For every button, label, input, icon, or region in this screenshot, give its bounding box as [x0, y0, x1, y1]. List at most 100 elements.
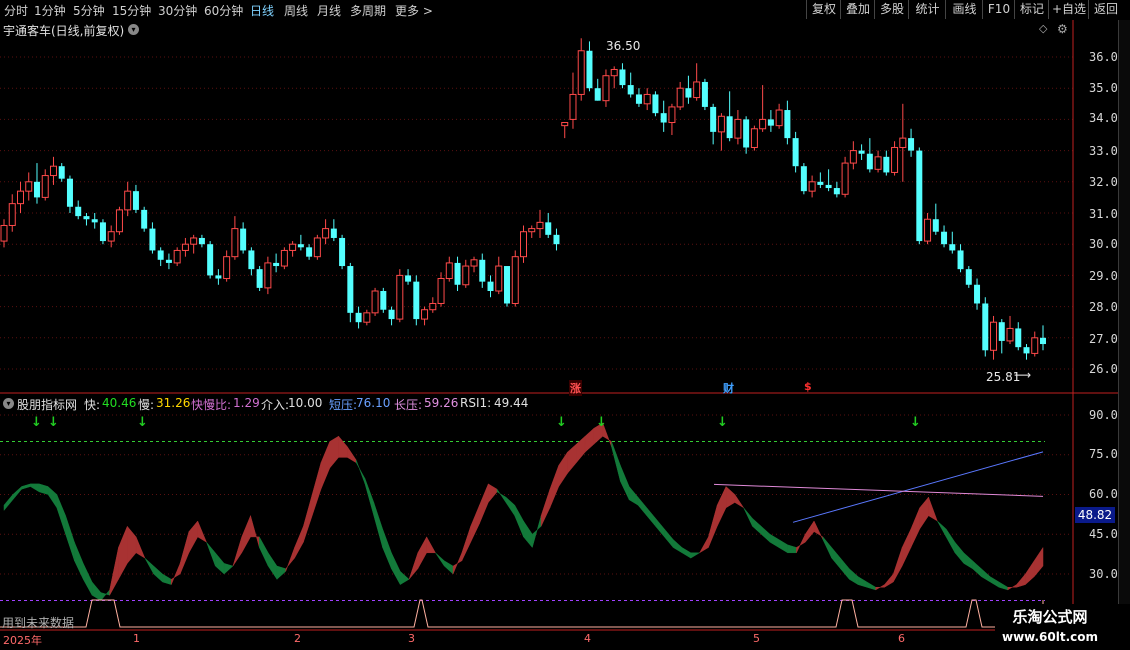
- candle-body: [313, 237, 321, 258]
- x-axis-label: 4: [584, 632, 591, 645]
- watermark-logo: 乐淘公式网 www.60lt.com: [995, 604, 1130, 650]
- buy-arrow-icon: ↓: [31, 415, 42, 430]
- f10-button[interactable]: F10: [982, 0, 1015, 19]
- current-value-badge: 48.82: [1075, 507, 1115, 523]
- x-axis-label: 5: [753, 632, 760, 645]
- event-dollar-icon[interactable]: $: [804, 380, 812, 393]
- candle-body: [445, 262, 453, 280]
- candle-body: [800, 166, 807, 192]
- candle-body: [380, 291, 387, 310]
- candle-body: [280, 249, 288, 267]
- candle-body: [511, 256, 519, 304]
- candle-body: [8, 203, 16, 226]
- x-axis-label: 2025年: [3, 634, 42, 647]
- candle-body: [1023, 347, 1030, 354]
- candle-body: [421, 309, 429, 320]
- stats-button[interactable]: 统计: [908, 0, 946, 19]
- candle-body: [66, 178, 73, 207]
- candle-body: [561, 122, 569, 127]
- tab-fenshi[interactable]: 分时: [4, 2, 28, 19]
- candle-body: [767, 119, 774, 126]
- tab-monthly[interactable]: 月线: [317, 2, 341, 19]
- candle-body: [198, 237, 205, 245]
- mark-button[interactable]: 标记: [1014, 0, 1049, 19]
- candle-body: [949, 244, 956, 251]
- candle-body: [817, 181, 824, 185]
- tab-daily[interactable]: 日线: [250, 2, 274, 19]
- candle-body: [693, 81, 701, 99]
- candle-body: [726, 116, 733, 139]
- candle-body: [173, 249, 181, 264]
- event-cai-icon[interactable]: 财: [723, 380, 734, 396]
- tab-30min[interactable]: 30分钟: [158, 2, 197, 19]
- candle-body: [405, 275, 412, 282]
- watermark-url: www.60lt.com: [1001, 630, 1099, 644]
- x-axis-label: 1: [133, 632, 140, 645]
- candle-body: [248, 250, 255, 270]
- diamond-icon[interactable]: ◇: [1039, 22, 1047, 35]
- candle-body: [734, 118, 742, 139]
- buy-arrow-icon: ↓: [596, 415, 607, 430]
- overlay-button[interactable]: 叠加: [840, 0, 875, 19]
- x-axis-label: 6: [898, 632, 905, 645]
- candle-body: [429, 302, 437, 311]
- chevron-down-icon[interactable]: ▾: [128, 24, 139, 35]
- candle-body: [924, 218, 932, 242]
- candle-body: [462, 265, 470, 286]
- candle-body: [643, 93, 651, 105]
- candle-body: [775, 109, 783, 127]
- candle-body: [83, 216, 90, 220]
- candle-body: [322, 228, 330, 239]
- candle-body: [165, 259, 172, 263]
- candle-body: [141, 209, 148, 229]
- candle-body: [363, 312, 371, 323]
- kline-chart[interactable]: [0, 20, 1130, 650]
- candle-body: [470, 259, 478, 267]
- candle-body: [124, 190, 132, 211]
- indicator-name[interactable]: 股朋指标网: [17, 396, 77, 413]
- candle-body: [479, 259, 486, 282]
- entry-label: 介入:: [261, 398, 290, 412]
- candle-body: [388, 309, 395, 320]
- candle-body: [504, 266, 511, 304]
- tab-multi-period[interactable]: 多周期: [350, 2, 386, 19]
- add-watchlist-button[interactable]: +自选: [1048, 0, 1089, 19]
- candle-body: [941, 231, 948, 245]
- candle-body: [825, 184, 832, 189]
- stock-title[interactable]: 宇通客车(日线,前复权): [3, 22, 124, 39]
- high-label: 36.50: [606, 39, 641, 53]
- candle-body: [957, 250, 964, 270]
- draw-line-button[interactable]: 画线: [945, 0, 983, 19]
- candle-body: [437, 278, 445, 304]
- side-scrollbar[interactable]: [1118, 20, 1130, 630]
- settings-icon[interactable]: ⚙: [1057, 22, 1068, 36]
- candle-body: [149, 228, 156, 251]
- candle-body: [808, 181, 816, 192]
- multi-stock-button[interactable]: 多股: [874, 0, 909, 19]
- candle-body: [413, 281, 420, 320]
- candle-body: [75, 206, 82, 217]
- candle-body: [215, 275, 222, 279]
- candle-body: [41, 175, 49, 198]
- tab-15min[interactable]: 15分钟: [112, 2, 151, 19]
- tab-1min[interactable]: 1分钟: [34, 2, 66, 19]
- buy-arrow-icon: ↓: [556, 415, 567, 430]
- candle-body: [717, 115, 725, 133]
- x-axis-label: 3: [408, 632, 415, 645]
- candle-body: [916, 150, 923, 242]
- back-button[interactable]: 返回: [1088, 0, 1123, 19]
- event-zhang-icon[interactable]: 涨: [569, 380, 582, 396]
- candle-body: [289, 243, 297, 251]
- candle-body: [833, 188, 840, 195]
- tab-weekly[interactable]: 周线: [284, 2, 308, 19]
- fuquan-button[interactable]: 复权: [806, 0, 841, 19]
- candle-body: [1015, 328, 1022, 348]
- candle-body: [750, 128, 758, 148]
- candle-body: [553, 234, 560, 245]
- tab-more[interactable]: 更多 >: [395, 2, 433, 19]
- tab-60min[interactable]: 60分钟: [204, 2, 243, 19]
- buy-arrow-icon: ↓: [137, 415, 148, 430]
- candle-body: [569, 93, 577, 120]
- tab-5min[interactable]: 5分钟: [73, 2, 105, 19]
- indicator-chevron-icon[interactable]: ▾: [3, 398, 14, 409]
